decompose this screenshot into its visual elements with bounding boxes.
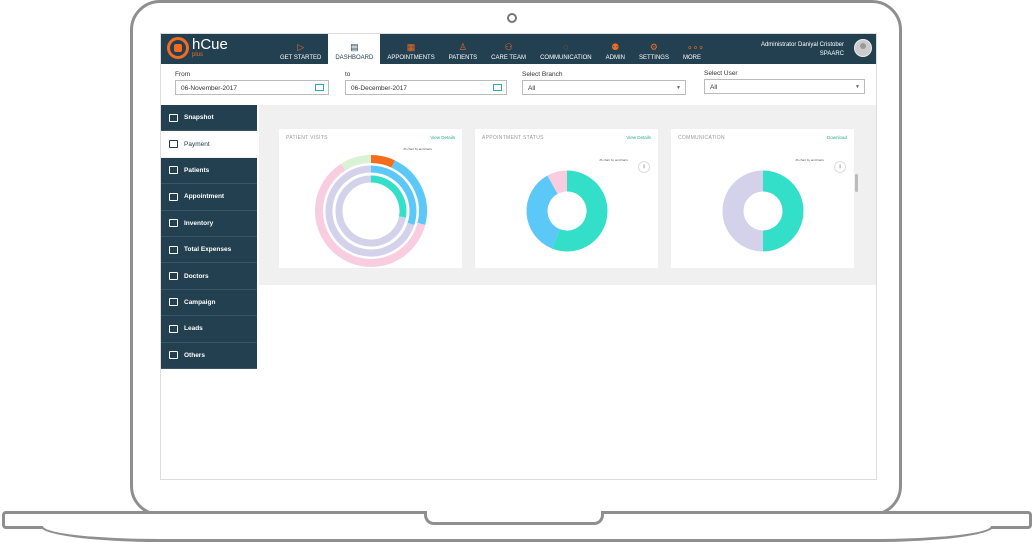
- sidebar-item-label: Total Expenses: [184, 246, 232, 254]
- appointment-status-card: APPOINTMENT STATUS View Details JS chart…: [475, 129, 658, 268]
- sidebar: Snapshot Payment Patients Appointment Invent…: [161, 105, 257, 369]
- calendar-icon[interactable]: [315, 84, 324, 91]
- nav-appointments[interactable]: ▦ APPOINTMENTS: [380, 34, 441, 64]
- user-select[interactable]: All ▼: [704, 79, 865, 94]
- logo-icon: [167, 37, 189, 59]
- to-label: to: [345, 71, 351, 78]
- user-label: Select User: [704, 70, 738, 77]
- sidebar-item-snapshot[interactable]: Snapshot: [161, 105, 257, 132]
- from-label: From: [175, 71, 191, 78]
- nav-communication[interactable]: ◌ COMMUNICATION: [533, 34, 599, 64]
- dashboard-icon: ▤: [350, 42, 359, 52]
- chevron-down-icon: ▼: [855, 84, 860, 90]
- nav-label: GET STARTED: [280, 55, 322, 61]
- more-icon: ∘∘∘: [686, 42, 704, 52]
- filter-bar: From 06-November-2017 to 06-December-201…: [161, 64, 876, 104]
- app-name: hCue: [192, 36, 228, 53]
- nav-more[interactable]: ∘∘∘ MORE: [676, 34, 708, 64]
- chat-icon: ◌: [563, 42, 569, 52]
- sidebar-item-appointment[interactable]: Appointment: [161, 184, 257, 211]
- sidebar-item-patients[interactable]: Patients: [161, 157, 257, 185]
- sidebar-item-label: Payment: [184, 140, 210, 148]
- chevron-down-icon: ▼: [676, 85, 681, 91]
- inner-ring-slice-0[interactable]: [370, 175, 407, 218]
- patient-visits-card: PATIENT VISITS View Details JS chart by …: [279, 129, 462, 268]
- sidebar-item-doctors[interactable]: Doctors: [161, 263, 257, 290]
- to-date-input[interactable]: 06-December-2017: [345, 80, 507, 95]
- person-icon: ♙: [458, 42, 467, 52]
- sidebar-item-label: Snapshot: [184, 114, 214, 122]
- nav-label: MORE: [682, 55, 701, 61]
- nav-label: ADMIN: [605, 55, 625, 61]
- app-screen: hCue plus ▷ GET STARTED ▤ DASHBOARD ▦ APPOINTM…: [160, 33, 877, 480]
- communication-chart: [722, 170, 804, 252]
- total-expenses-icon: [169, 245, 178, 254]
- top-navbar: hCue plus ▷ GET STARTED ▤ DASHBOARD ▦ APPOINTM…: [161, 34, 876, 64]
- nav-label: DASHBOARD: [335, 55, 374, 61]
- sidebar-item-label: Leads: [184, 325, 203, 333]
- appointment-status-slice-2[interactable]: [547, 170, 568, 195]
- admin-icon: ⚉: [611, 42, 620, 52]
- nav-label: CARE TEAM: [491, 55, 527, 61]
- webcam-icon: [507, 13, 517, 23]
- laptop-base-bottom: [40, 526, 994, 542]
- calendar-icon[interactable]: [493, 84, 502, 91]
- sidebar-item-payment[interactable]: Payment: [161, 131, 257, 158]
- patient-visits-chart: [315, 155, 427, 267]
- main-nav: ▷ GET STARTED ▤ DASHBOARD ▦ APPOINTMENTS ♙ PATI…: [273, 34, 708, 64]
- outer-ring-slice-0[interactable]: [370, 155, 395, 168]
- branch-label: Select Branch: [522, 71, 563, 78]
- payment-icon: [169, 140, 178, 149]
- user-name: Administrator Daniyal Cristober: [760, 42, 844, 48]
- play-icon: ▷: [297, 42, 305, 52]
- user-org: SPAARC: [819, 51, 844, 57]
- doctors-icon: [169, 272, 178, 281]
- dashboard-main: PATIENT VISITS View Details JS chart by …: [259, 105, 876, 285]
- nav-admin[interactable]: ⚉ ADMIN: [599, 34, 632, 64]
- nav-label: COMMUNICATION: [540, 55, 592, 61]
- nav-patients[interactable]: ♙ PATIENTS: [442, 34, 484, 64]
- branch-select[interactable]: All ▼: [522, 80, 686, 95]
- nav-label: APPOINTMENTS: [387, 55, 435, 61]
- inventory-icon: [169, 219, 178, 228]
- sidebar-item-label: Patients: [184, 166, 210, 174]
- others-icon: [169, 351, 178, 360]
- sidebar-item-label: Campaign: [184, 298, 216, 306]
- nav-get-started[interactable]: ▷ GET STARTED: [273, 34, 328, 64]
- nav-care-team[interactable]: ⚇ CARE TEAM: [484, 34, 533, 64]
- snapshot-icon: [169, 113, 178, 122]
- team-icon: ⚇: [504, 42, 513, 52]
- appointment-status-slice-1[interactable]: [526, 175, 561, 249]
- user-info[interactable]: Administrator Daniyal Cristober SPAARC: [761, 41, 844, 59]
- scrollbar[interactable]: [855, 174, 858, 192]
- campaign-icon: [169, 298, 178, 307]
- sidebar-item-others[interactable]: Others: [161, 342, 257, 369]
- sidebar-item-inventory[interactable]: Inventory: [161, 210, 257, 237]
- sidebar-item-label: Others: [184, 351, 205, 359]
- gear-icon: ⚙: [649, 42, 658, 52]
- laptop-notch: [424, 511, 604, 525]
- calendar-icon: ▦: [406, 42, 416, 52]
- leads-icon: [169, 324, 178, 333]
- nav-dashboard[interactable]: ▤ DASHBOARD: [328, 34, 381, 64]
- sidebar-item-label: Doctors: [184, 272, 209, 280]
- sidebar-item-campaign[interactable]: Campaign: [161, 289, 257, 317]
- avatar[interactable]: [854, 39, 872, 57]
- sidebar-item-total-expenses[interactable]: Total Expenses: [161, 236, 257, 264]
- appointment-status-chart: [526, 170, 608, 252]
- communication-card: COMMUNICATION Download JS chart by amCha…: [671, 129, 854, 268]
- appointment-icon: [169, 192, 178, 201]
- communication-slice-0[interactable]: [762, 170, 804, 252]
- logo[interactable]: hCue plus: [167, 37, 228, 59]
- from-date-input[interactable]: 06-November-2017: [175, 80, 329, 95]
- sidebar-item-label: Appointment: [184, 193, 225, 201]
- sidebar-item-label: Inventory: [184, 219, 214, 227]
- nav-label: PATIENTS: [448, 55, 478, 61]
- patients-icon: [169, 166, 178, 175]
- nav-label: SETTINGS: [638, 55, 669, 61]
- sidebar-item-leads[interactable]: Leads: [161, 316, 257, 343]
- nav-settings[interactable]: ⚙ SETTINGS: [632, 34, 676, 64]
- communication-slice-1[interactable]: [722, 170, 764, 252]
